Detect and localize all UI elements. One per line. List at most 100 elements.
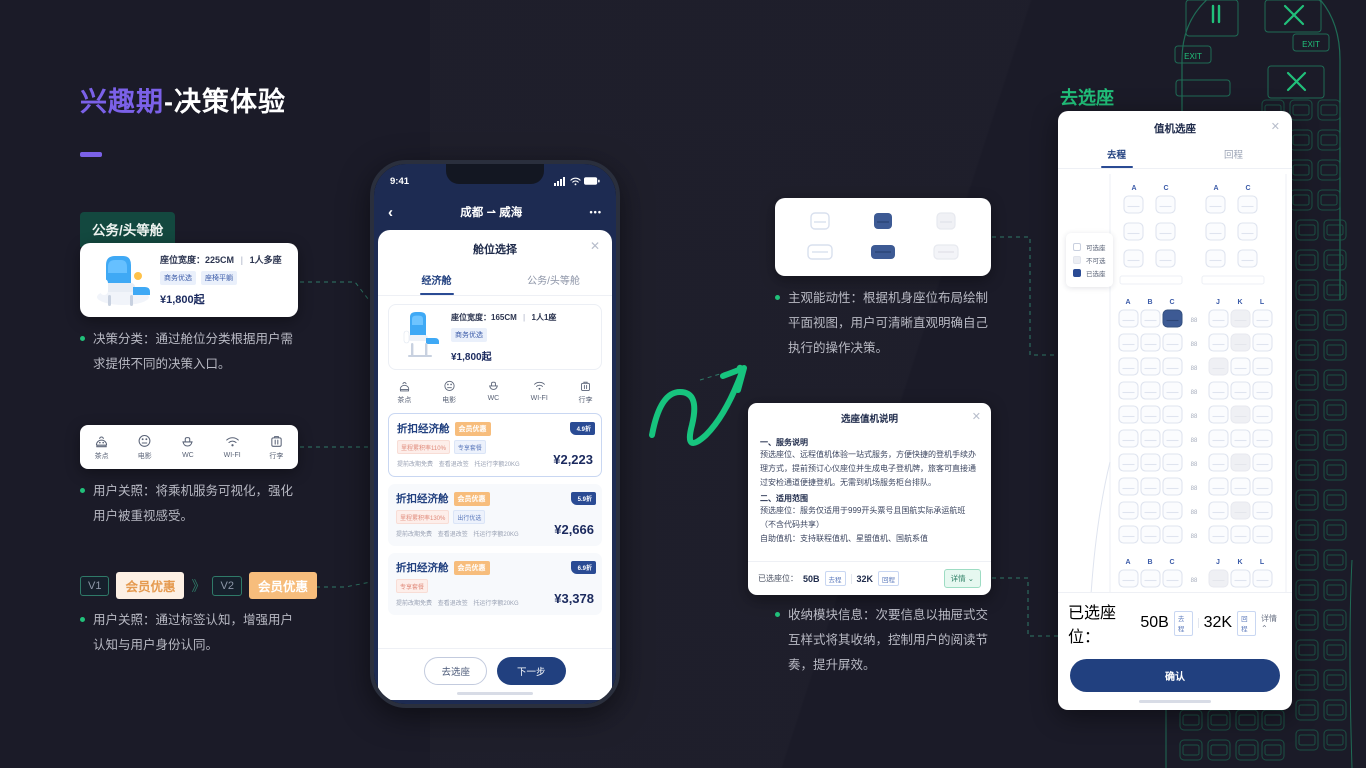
close-icon[interactable]: ✕ [590, 240, 600, 252]
sheet-title: 舱位选择 [473, 244, 517, 256]
detail-toggle-button[interactable]: 详情 ⌃ [1261, 613, 1282, 633]
confirm-button[interactable]: 确认 [1070, 659, 1280, 692]
fare-row[interactable]: 6.9折 折扣经济舱 会员优惠 专享套餐 提前改期免费 查看退改签 托运行李额2… [388, 553, 602, 615]
snack-icon [96, 435, 108, 447]
version-label-v1: V1 [80, 575, 110, 596]
cabin-card[interactable]: 座位宽度：225CM | 1人多座 商务优选 座椅平躺 ¥1,800起 [80, 243, 298, 317]
phone-services-strip: 茶点 电影 WC WI-FI 行李 [378, 370, 612, 413]
svg-text:L: L [1260, 559, 1265, 566]
go-select-seat-button[interactable]: 去选座 [424, 657, 487, 685]
phone-service-label-3: WI-FI [530, 395, 548, 402]
legend-swatch-available [1073, 243, 1081, 251]
svg-text:88: 88 [1191, 390, 1198, 396]
business-seat-illustration [92, 251, 154, 309]
fare-list: 4.9折 折扣经济舱 会员优惠 里程累积率110% 专享套餐 提前改期免费 查看… [378, 413, 612, 648]
phone-service-wc[interactable]: WC [487, 380, 500, 405]
fare-sub-1[interactable]: 查看退改签 [438, 601, 468, 607]
svg-text:L: L [1260, 299, 1265, 306]
page-title-white: -决策体验 [164, 87, 286, 117]
economy-cabin-card[interactable]: 座位宽度：165CM | 1人1座 商务优选 ¥1,800起 [388, 304, 602, 370]
legend-label-available: 可选座 [1086, 245, 1106, 252]
cabin-width-label: 座位宽度：225CM [160, 255, 235, 265]
services-card[interactable]: 茶点 电影 WC WI-FI 行李 [80, 425, 298, 469]
trip-tabs: 去程 回程 [1058, 143, 1292, 169]
cabin-chip-1: 座椅平躺 [201, 271, 237, 285]
service-item-movie[interactable]: 电影 [137, 434, 152, 461]
next-step-button[interactable]: 下一步 [497, 657, 566, 685]
cabin-seat-count: 1人多座 [249, 255, 282, 265]
page-title: 兴趣期-决策体验 [80, 80, 286, 119]
phone-notch [446, 164, 544, 184]
home-indicator [457, 692, 533, 695]
service-item-luggage[interactable]: 行李 [269, 434, 284, 461]
back-button[interactable]: ‹ [388, 204, 393, 221]
fare-header: 折扣经济舱 会员优惠 [397, 421, 593, 436]
fare-sub-0: 提前改期免费 [396, 532, 433, 538]
legend-label-selected: 已选座 [1086, 271, 1106, 278]
seat-available-wide-icon[interactable] [805, 241, 835, 265]
tab-business-first[interactable]: 公务/头等舱 [495, 266, 612, 295]
phone-service-movie[interactable]: 电影 [442, 380, 456, 405]
seat-selected-wide-icon[interactable] [868, 241, 898, 265]
phone-service-wifi[interactable]: WI-FI [531, 380, 548, 405]
note3-line-1: 用户关照：通过标签认知，增强用户 [93, 613, 294, 627]
phone-service-label-4: 行李 [578, 397, 593, 404]
legend-unavailable: 不可选 [1073, 255, 1106, 265]
tab-economy[interactable]: 经济舱 [378, 266, 495, 295]
svg-text:K: K [1237, 559, 1242, 566]
service-item-wifi[interactable]: WI-FI [224, 435, 241, 459]
service-label-wifi: WI-FI [223, 452, 241, 459]
fare-chip-package: 出行优选 [453, 510, 486, 524]
bullet-dot [775, 295, 780, 301]
tab-outbound[interactable]: 去程 [1058, 143, 1175, 168]
seat-unavailable-icon [936, 211, 956, 230]
sheet-footer: 去选座 下一步 [378, 648, 612, 691]
seat-checkin-instructions-modal: 选座值机说明 ✕ 一、服务说明 预选座位、远程值机体验一站式服务，方便快捷的登机… [748, 403, 991, 595]
seat-selected-icon[interactable] [870, 210, 896, 234]
luggage-icon [271, 435, 282, 447]
fare-sub-1[interactable]: 查看退改签 [438, 532, 468, 538]
note-seats-l2: 平面视图，用户可清晰直观明确自己 [788, 316, 989, 330]
tab-return[interactable]: 回程 [1175, 143, 1292, 168]
seat-icons-card [775, 198, 991, 276]
fare-name: 折扣经济舱 [396, 493, 449, 505]
fare-row[interactable]: 5.9折 折扣经济舱 会员优惠 里程累积率130% 出行优选 提前改期免费 查看… [388, 484, 602, 546]
more-options-icon[interactable]: ••• [590, 207, 602, 217]
selected-seat-2: 32K [856, 573, 874, 584]
phone-service-luggage[interactable]: 行李 [579, 380, 593, 405]
service-item-snack[interactable]: 茶点 [94, 434, 109, 461]
snack-icon [399, 382, 410, 392]
discount-badge: 4.9折 [569, 422, 595, 435]
svg-text:88: 88 [1191, 510, 1198, 516]
detail-toggle-button[interactable]: 详情 ⌄ [943, 569, 981, 588]
fare-row[interactable]: 4.9折 折扣经济舱 会员优惠 里程累积率110% 专享套餐 提前改期免费 查看… [388, 413, 602, 477]
title-underline [80, 152, 102, 157]
cabin-tabs: 经济舱 公务/头等舱 [378, 266, 612, 296]
panel-header: 值机选座 ✕ [1058, 111, 1292, 143]
phone-service-snack[interactable]: 茶点 [397, 380, 411, 405]
movie-icon [444, 380, 455, 392]
fare-sub-0: 提前改期免费 [396, 601, 433, 607]
seat-available-icon[interactable] [807, 210, 833, 234]
fare-sub-1[interactable]: 查看退改签 [439, 462, 469, 468]
economy-width-label: 座位宽度：165CM [451, 312, 517, 322]
fare-chip-mileage: 里程累积率110% [397, 440, 450, 454]
note-user-care-tags: 用户关照：通过标签认知，增强用户 认知与用户身份认同。 [80, 608, 310, 658]
close-icon[interactable]: ✕ [972, 410, 981, 423]
sheet-header: 舱位选择 ✕ [378, 230, 612, 266]
member-badge: 会员优惠 [454, 421, 491, 436]
close-icon[interactable]: ✕ [1271, 120, 1280, 133]
legend-swatch-unavailable [1073, 256, 1081, 264]
modal-heading-2: 二、适用范围 [760, 494, 808, 503]
battery-icon [584, 177, 600, 185]
phone-service-label-1: 电影 [442, 397, 457, 404]
version-compare-row: V1 会员优惠 》 V2 会员优惠 [80, 572, 317, 599]
fare-sub-0: 提前改期免费 [397, 462, 434, 468]
service-item-wc[interactable]: WC [180, 435, 195, 459]
panel-title: 值机选座 [1154, 123, 1196, 135]
phone-mockup: 9:41 ‹ 成都 ⇀ 威海 ••• 舱位选择 ✕ 经济舱 公务/头等舱 座位宽… [370, 160, 620, 708]
modal-paragraph-3: 自助值机：支持联程值机、星盟值机、国航系值 [760, 534, 928, 543]
svg-text:88: 88 [1191, 366, 1198, 372]
discount-badge: 5.9折 [570, 492, 596, 505]
cabin-chip-0: 商务优选 [160, 271, 196, 285]
